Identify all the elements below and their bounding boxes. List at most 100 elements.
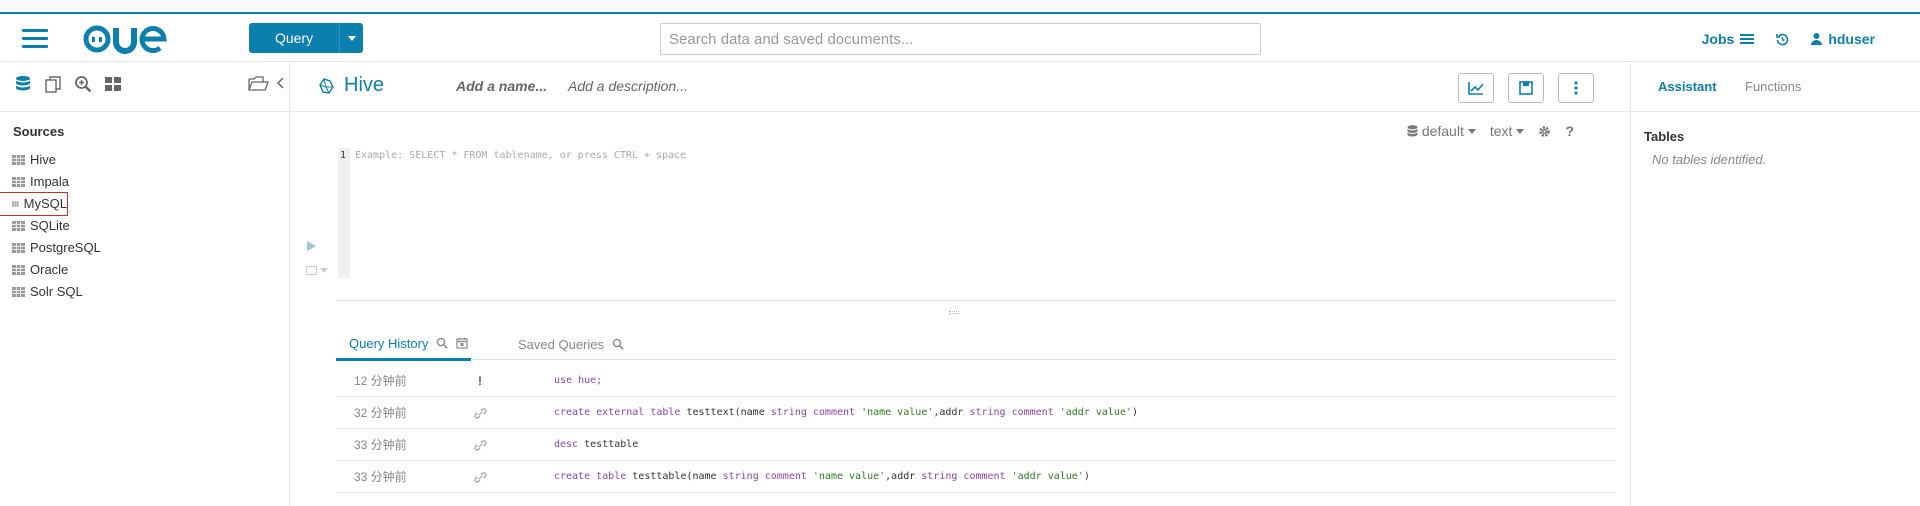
source-item-impala[interactable]: Impala	[11, 171, 101, 193]
resize-handle[interactable]	[949, 311, 959, 314]
more-options-button[interactable]	[1558, 73, 1594, 103]
tables-title: Tables	[1644, 129, 1685, 144]
editor-gutter	[338, 148, 350, 278]
source-item-sqlite[interactable]: SQLite	[11, 215, 101, 237]
editor-header: Hive Add a name... Add a description...	[291, 63, 1629, 112]
link-icon	[474, 472, 487, 483]
left-panel-divider	[0, 111, 290, 112]
jobs-list-icon	[1740, 34, 1755, 44]
search-icon[interactable]	[612, 338, 624, 350]
source-item-hive[interactable]: Hive	[11, 149, 101, 171]
grid-icon[interactable]	[104, 75, 122, 93]
history-row[interactable]: 32 分钟前 create external table testtext(na…	[336, 397, 1616, 429]
hue-logo[interactable]	[82, 24, 182, 54]
history-icon	[1776, 33, 1789, 45]
source-label: Oracle	[30, 262, 69, 277]
database-value: default	[1421, 123, 1464, 139]
folder-open-icon[interactable]	[247, 73, 269, 93]
sources-list: Hive Impala MySQL SQLite PostgreSQL Orac…	[0, 149, 101, 303]
database-icon[interactable]	[14, 75, 32, 93]
history-row[interactable]: 33 分钟前 create table testtable(name strin…	[336, 461, 1616, 493]
user-menu[interactable]: hduser	[1811, 31, 1875, 47]
add-name-field[interactable]: Add a name...	[456, 78, 547, 94]
editor-actions	[1458, 73, 1594, 103]
tab-saved-queries[interactable]: Saved Queries	[518, 328, 624, 360]
snippet-options[interactable]	[306, 266, 328, 275]
database-small-icon	[1407, 125, 1418, 137]
calendar-icon[interactable]	[456, 337, 469, 349]
user-label: hduser	[1828, 31, 1875, 47]
table-icon	[12, 201, 19, 207]
source-label: MySQL	[23, 196, 67, 211]
tab-label: Query History	[349, 335, 429, 351]
history-time: 33 分钟前	[354, 438, 407, 452]
save-button[interactable]	[1508, 73, 1544, 103]
caret-down-icon	[1516, 128, 1525, 134]
sources-title: Sources	[13, 124, 65, 139]
browser-strip	[0, 0, 1920, 14]
history-time: 32 分钟前	[354, 406, 407, 420]
tab-query-history[interactable]: Query History	[336, 328, 471, 361]
line-chart-icon	[1468, 82, 1484, 95]
history-query: desc testtable	[554, 439, 639, 450]
add-description-field[interactable]: Add a description...	[568, 78, 688, 94]
editor-divider	[336, 300, 1616, 301]
tab-assistant[interactable]: Assistant	[1658, 79, 1717, 94]
left-assist-panel: Sources Hive Impala MySQL SQLite Postgre…	[0, 63, 290, 506]
source-label: PostgreSQL	[30, 240, 101, 255]
database-selector[interactable]: default	[1407, 123, 1476, 139]
run-play-icon[interactable]	[307, 241, 316, 251]
editor-title-label: Hive	[344, 74, 385, 96]
chart-button[interactable]	[1458, 73, 1494, 103]
format-selector[interactable]: text	[1490, 123, 1525, 139]
jobs-button[interactable]: Jobs	[1702, 31, 1755, 47]
tab-functions[interactable]: Functions	[1745, 79, 1801, 94]
results-tabs: Query History Saved Queries	[336, 328, 1616, 361]
documents-icon[interactable]	[44, 75, 62, 93]
settings-gear-icon[interactable]	[1538, 125, 1551, 138]
history-time: 12 分钟前	[354, 374, 407, 388]
hamburger-menu-icon[interactable]	[22, 29, 48, 49]
help-button[interactable]: ?	[1565, 123, 1574, 139]
jobs-label: Jobs	[1701, 31, 1735, 47]
right-assist-panel: Assistant Functions Tables No tables ide…	[1630, 63, 1920, 506]
source-item-oracle[interactable]: Oracle	[11, 259, 101, 281]
top-navbar: Query Jobs hduser	[0, 16, 1920, 62]
source-item-solr-sql[interactable]: Solr SQL	[11, 281, 101, 303]
right-panel-tabs: Assistant Functions	[1631, 63, 1920, 112]
editor-placeholder[interactable]: Example: SELECT * FROM tablename, or pre…	[355, 150, 686, 161]
query-button-group: Query	[249, 23, 363, 53]
search-icon[interactable]	[436, 337, 449, 349]
query-button[interactable]: Query	[249, 23, 339, 53]
line-number: 1	[340, 150, 347, 161]
source-label: SQLite	[30, 218, 70, 233]
collapse-left-icon[interactable]	[275, 76, 285, 90]
query-dropdown-caret-icon[interactable]	[339, 23, 363, 53]
table-icon	[12, 155, 25, 165]
no-tables-message: No tables identified.	[1652, 152, 1767, 167]
history-button[interactable]	[1776, 33, 1789, 46]
user-icon	[1811, 33, 1823, 45]
search-input[interactable]	[660, 23, 1261, 55]
source-label: Hive	[30, 152, 57, 167]
source-item-postgresql[interactable]: PostgreSQL	[11, 237, 101, 259]
table-icon	[12, 265, 25, 275]
source-label: Solr SQL	[30, 284, 83, 299]
hive-bee-icon	[319, 77, 334, 94]
editor-area: Hive Add a name... Add a description... …	[291, 63, 1629, 506]
table-icon	[12, 287, 25, 297]
square-icon	[306, 266, 317, 275]
history-query: use hue;	[554, 375, 603, 386]
source-label: Impala	[30, 174, 70, 189]
link-icon	[474, 408, 487, 419]
left-panel-actions	[247, 73, 285, 93]
left-panel-toolbar	[14, 75, 122, 93]
history-row[interactable]: 33 分钟前 desc testtable	[336, 429, 1616, 461]
zoom-icon[interactable]	[74, 75, 92, 93]
source-item-mysql[interactable]: MySQL	[0, 192, 68, 216]
editor-options: default text ?	[1407, 123, 1574, 139]
history-row[interactable]: 12 分钟前 ! use hue;	[336, 365, 1616, 397]
history-query: create external table testtext(name stri…	[554, 407, 1139, 418]
editor-title: Hive	[316, 74, 384, 97]
format-value: text	[1489, 123, 1513, 139]
